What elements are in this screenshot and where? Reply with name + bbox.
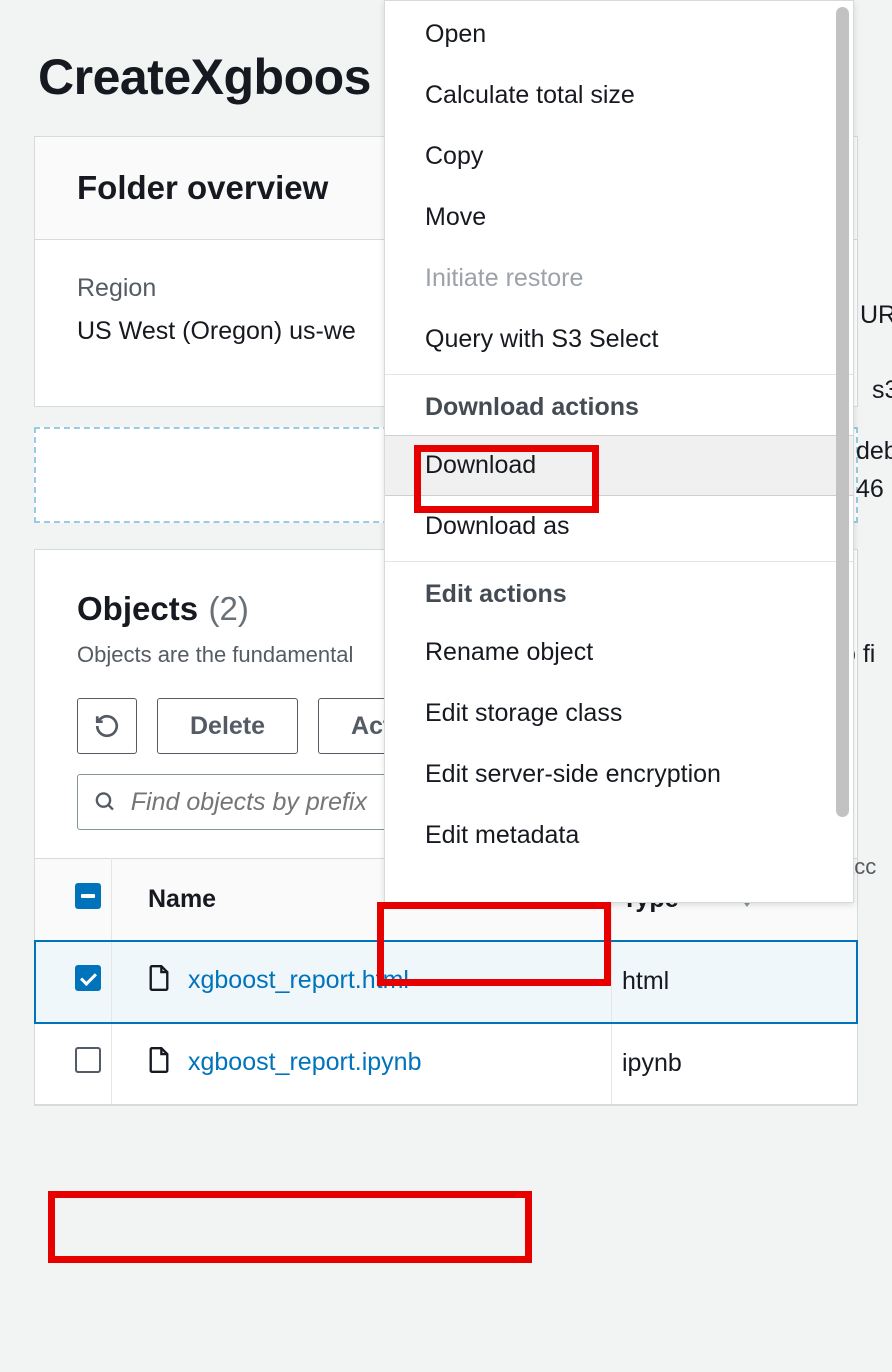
name-header-label: Name <box>148 885 216 913</box>
menu-item-edit-server-side-encryption[interactable]: Edit server-side encryption <box>385 744 853 805</box>
menu-item-initiate-restore: Initiate restore <box>385 248 853 309</box>
objects-heading: Objects <box>77 590 198 627</box>
menu-item-edit-metadata[interactable]: Edit metadata <box>385 805 853 866</box>
refresh-icon <box>94 713 120 739</box>
file-type: ipynb <box>612 1023 858 1105</box>
menu-item-download[interactable]: Download <box>385 435 853 496</box>
row-checkbox[interactable] <box>75 965 101 991</box>
table-row[interactable]: xgboost_report.html html <box>35 941 857 1023</box>
menu-item-rename-object[interactable]: Rename object <box>385 622 853 683</box>
checkbox-indeterminate-icon[interactable] <box>75 883 101 909</box>
actions-dropdown: OpenCalculate total sizeCopyMoveInitiate… <box>384 0 854 903</box>
menu-item-move[interactable]: Move <box>385 187 853 248</box>
menu-section: Download actions <box>385 374 853 435</box>
search-icon <box>94 790 117 814</box>
refresh-button[interactable] <box>77 698 137 754</box>
file-icon <box>148 1047 170 1080</box>
file-type: html <box>612 941 858 1023</box>
file-link[interactable]: xgboost_report.html <box>188 966 409 994</box>
menu-item-calculate-total-size[interactable]: Calculate total size <box>385 65 853 126</box>
row-checkbox[interactable] <box>75 1047 101 1073</box>
menu-item-open[interactable]: Open <box>385 4 853 65</box>
cropped-text: UR s3 deb 46 <box>856 296 892 509</box>
file-link[interactable]: xgboost_report.ipynb <box>188 1048 421 1076</box>
select-all-header[interactable] <box>35 859 112 941</box>
menu-item-copy[interactable]: Copy <box>385 126 853 187</box>
highlight-selected-row <box>48 1191 532 1263</box>
menu-item-query-with-s3-select[interactable]: Query with S3 Select <box>385 309 853 370</box>
scrollbar[interactable] <box>836 7 849 817</box>
file-icon <box>148 965 170 998</box>
menu-item-edit-storage-class[interactable]: Edit storage class <box>385 683 853 744</box>
menu-item-download-as[interactable]: Download as <box>385 496 853 557</box>
table-row[interactable]: xgboost_report.ipynb ipynb <box>35 1023 857 1105</box>
menu-section: Edit actions <box>385 561 853 622</box>
delete-button[interactable]: Delete <box>157 698 298 754</box>
objects-count: (2) <box>209 590 249 627</box>
